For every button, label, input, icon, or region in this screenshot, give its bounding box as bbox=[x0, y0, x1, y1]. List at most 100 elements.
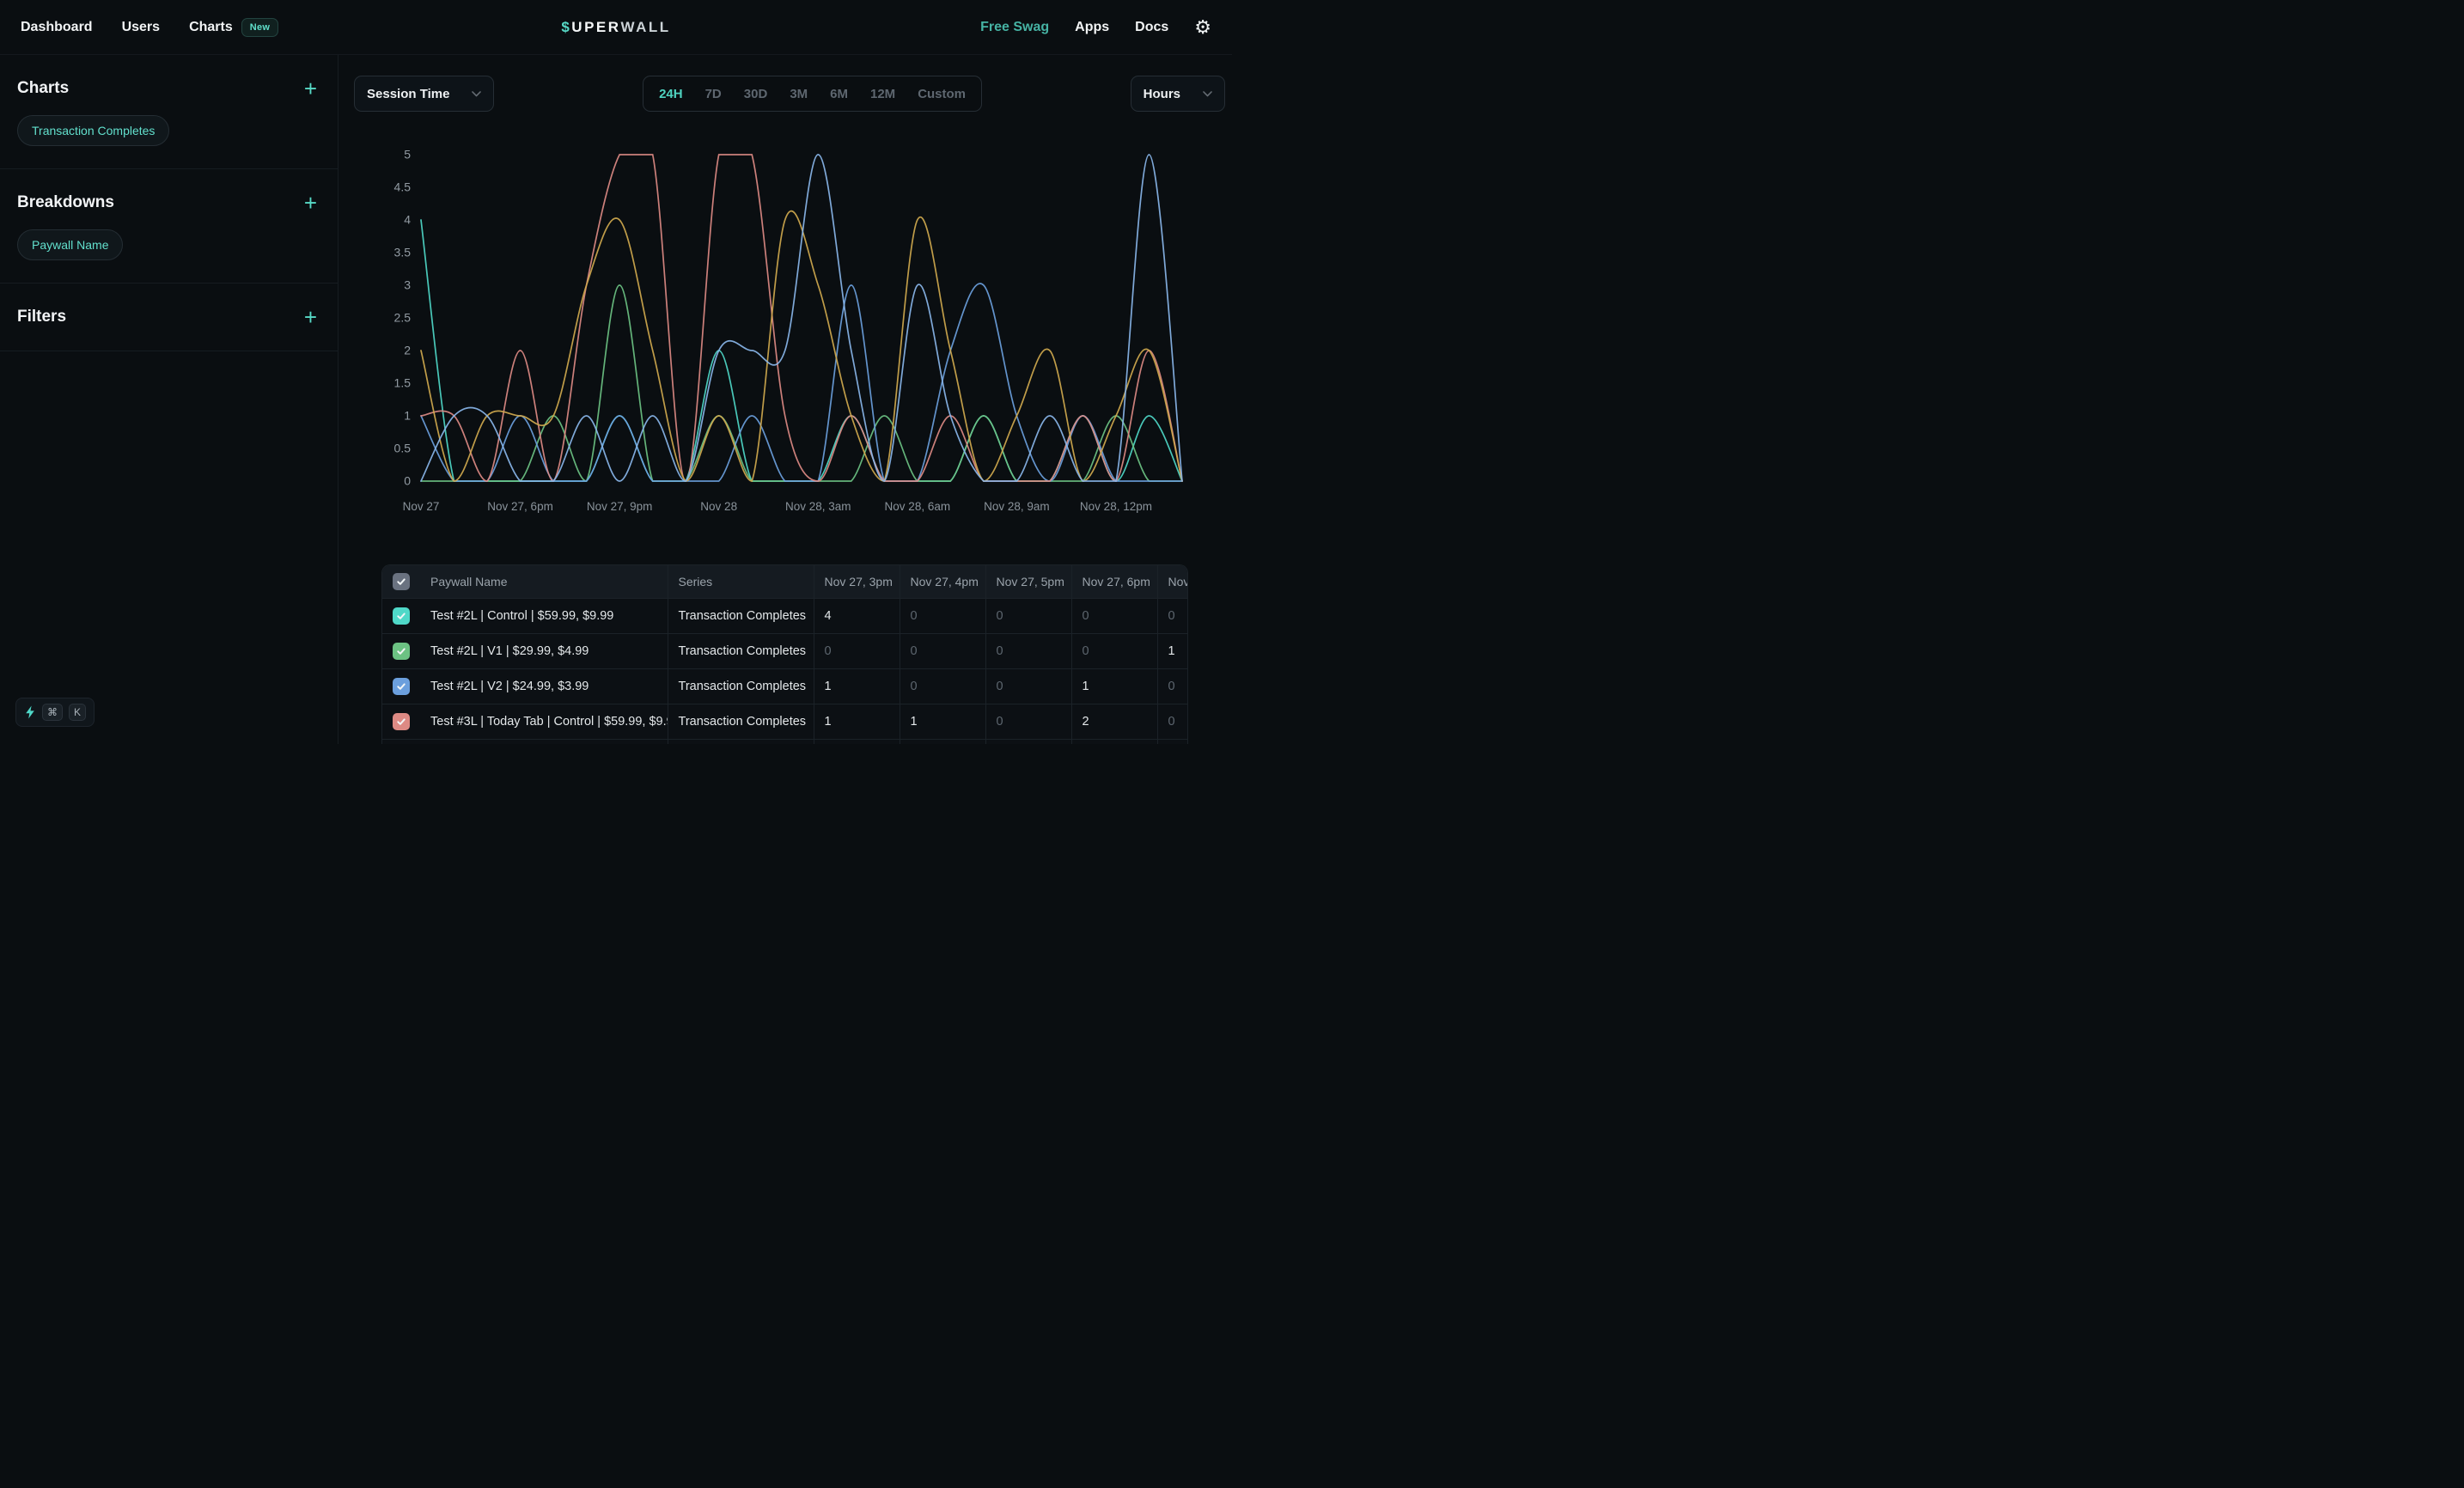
paywall-name-cell: Test #2L | Control | $59.99, $9.99 bbox=[420, 599, 668, 634]
value-cell: 0 bbox=[1071, 599, 1157, 634]
chart-line-5 bbox=[421, 155, 1182, 481]
nav-right: Free Swag Apps Docs ⚙ bbox=[980, 18, 1211, 37]
value-cell: 1 bbox=[1157, 634, 1188, 669]
charts-section: Charts + Transaction Completes bbox=[0, 55, 338, 169]
add-filter-button[interactable]: + bbox=[304, 306, 317, 328]
logo-end-text: WALL bbox=[621, 19, 671, 35]
chip-transaction-completes[interactable]: Transaction Completes bbox=[17, 115, 169, 146]
range-12m[interactable]: 12M bbox=[859, 76, 906, 111]
x-axis-tick-label: Nov 27 bbox=[403, 500, 440, 513]
metric-select-value: Session Time bbox=[367, 87, 449, 101]
line-chart-svg: 00.511.522.533.544.55Nov 27Nov 27, 6pmNo… bbox=[381, 143, 1189, 521]
series-cell: Transaction Completes bbox=[668, 740, 814, 745]
paywall-name-cell: Test #2L | V1 | $29.99, $4.99 bbox=[420, 634, 668, 669]
value-cell: 1 bbox=[1071, 740, 1157, 745]
table-header-row: Paywall NameSeriesNov 27, 3pmNov 27, 4pm… bbox=[382, 565, 1188, 599]
add-chart-button[interactable]: + bbox=[304, 77, 317, 100]
breakdowns-section-title: Breakdowns bbox=[17, 193, 114, 212]
check-icon bbox=[396, 681, 406, 692]
logo-dollar-glyph: $ bbox=[561, 19, 571, 35]
series-cell: Transaction Completes bbox=[668, 599, 814, 634]
new-badge: New bbox=[241, 18, 279, 37]
value-cell: 0 bbox=[900, 634, 985, 669]
y-axis-tick-label: 4.5 bbox=[394, 180, 412, 194]
main-content: Session Time 24H7D30D3M6M12MCustom Hours… bbox=[338, 55, 1232, 744]
select-all-checkbox[interactable] bbox=[393, 573, 410, 590]
value-cell: 0 bbox=[814, 634, 900, 669]
chart-line-3 bbox=[421, 155, 1182, 481]
row-checkbox[interactable] bbox=[393, 643, 410, 660]
superwall-logo[interactable]: $UPERWALL bbox=[561, 19, 670, 36]
lightning-icon bbox=[24, 705, 36, 719]
range-30d[interactable]: 30D bbox=[733, 76, 779, 111]
paywall-table-wrap: Paywall NameSeriesNov 27, 3pmNov 27, 4pm… bbox=[381, 564, 1188, 744]
column-header: Paywall Name bbox=[420, 565, 668, 599]
chart-line-1 bbox=[421, 285, 1182, 481]
nav-apps[interactable]: Apps bbox=[1075, 20, 1109, 35]
y-axis-tick-label: 4 bbox=[404, 213, 411, 227]
value-cell: 2 bbox=[1071, 704, 1157, 740]
table-row: Test #3L | Today Tab | Control | $59.99,… bbox=[382, 704, 1188, 740]
range-6m[interactable]: 6M bbox=[819, 76, 859, 111]
check-icon bbox=[396, 717, 406, 727]
check-icon bbox=[396, 576, 406, 587]
series-cell: Transaction Completes bbox=[668, 634, 814, 669]
value-cell: 0 bbox=[900, 740, 985, 745]
range-24h[interactable]: 24H bbox=[648, 76, 694, 111]
value-cell: 0 bbox=[1157, 669, 1188, 704]
series-cell: Transaction Completes bbox=[668, 704, 814, 740]
chevron-down-icon bbox=[1203, 91, 1212, 97]
row-checkbox[interactable] bbox=[393, 678, 410, 695]
charts-section-title: Charts bbox=[17, 79, 69, 98]
nav-charts[interactable]: Charts bbox=[189, 20, 233, 35]
settings-gear-icon[interactable]: ⚙ bbox=[1194, 18, 1211, 37]
column-header: Nov 27, 5pm bbox=[985, 565, 1071, 599]
value-cell: 0 bbox=[985, 599, 1071, 634]
metric-select[interactable]: Session Time bbox=[354, 76, 494, 112]
nav-docs[interactable]: Docs bbox=[1135, 20, 1168, 35]
y-axis-tick-label: 5 bbox=[404, 148, 411, 162]
x-axis-tick-label: Nov 28, 6am bbox=[885, 500, 951, 513]
table-row: Test #2L | V2 | $24.99, $3.99Transaction… bbox=[382, 669, 1188, 704]
chart-controls: Session Time 24H7D30D3M6M12MCustom Hours bbox=[354, 76, 1225, 112]
paywall-name-cell: Test #2L | V2 | $24.99, $3.99 bbox=[420, 669, 668, 704]
command-palette-shortcut[interactable]: ⌘ K bbox=[15, 698, 95, 727]
value-cell: 0 bbox=[985, 634, 1071, 669]
add-breakdown-button[interactable]: + bbox=[304, 192, 317, 214]
nav-dashboard[interactable]: Dashboard bbox=[21, 20, 93, 35]
row-checkbox[interactable] bbox=[393, 713, 410, 730]
range-7d[interactable]: 7D bbox=[694, 76, 733, 111]
time-range-segmented: 24H7D30D3M6M12MCustom bbox=[643, 76, 982, 112]
chevron-down-icon bbox=[472, 91, 481, 97]
column-header: Nov 27, 4pm bbox=[900, 565, 985, 599]
x-axis-tick-label: Nov 28, 3am bbox=[785, 500, 851, 513]
value-cell: 1 bbox=[1157, 740, 1188, 745]
range-custom[interactable]: Custom bbox=[906, 76, 977, 111]
filters-section-title: Filters bbox=[17, 308, 66, 326]
check-icon bbox=[396, 646, 406, 656]
chip-paywall-name[interactable]: Paywall Name bbox=[17, 229, 123, 260]
series-cell: Transaction Completes bbox=[668, 669, 814, 704]
x-axis-tick-label: Nov 28, 12pm bbox=[1080, 500, 1152, 513]
check-icon bbox=[396, 611, 406, 621]
y-axis-tick-label: 3 bbox=[404, 278, 411, 292]
x-axis-tick-label: Nov 28 bbox=[700, 500, 737, 513]
y-axis-tick-label: 0.5 bbox=[394, 442, 412, 455]
table-row: Test #3L | Today Tab | V1 | $29.99, $4.9… bbox=[382, 740, 1188, 745]
column-header: Nov 27, 7pm bbox=[1157, 565, 1188, 599]
range-3m[interactable]: 3M bbox=[778, 76, 819, 111]
value-cell: 0 bbox=[985, 669, 1071, 704]
y-axis-tick-label: 1 bbox=[404, 409, 411, 423]
row-checkbox[interactable] bbox=[393, 607, 410, 625]
value-cell: 0 bbox=[1157, 704, 1188, 740]
paywall-table: Paywall NameSeriesNov 27, 3pmNov 27, 4pm… bbox=[382, 565, 1188, 744]
nav-users[interactable]: Users bbox=[122, 20, 160, 35]
unit-select-value: Hours bbox=[1144, 87, 1180, 101]
unit-select[interactable]: Hours bbox=[1131, 76, 1225, 112]
breakdowns-section: Breakdowns + Paywall Name bbox=[0, 169, 338, 284]
y-axis-tick-label: 3.5 bbox=[394, 246, 412, 259]
nav-free-swag[interactable]: Free Swag bbox=[980, 20, 1049, 35]
value-cell: 1 bbox=[814, 704, 900, 740]
filters-section: Filters + bbox=[0, 284, 338, 351]
nav-left: Dashboard Users Charts New bbox=[21, 18, 278, 37]
